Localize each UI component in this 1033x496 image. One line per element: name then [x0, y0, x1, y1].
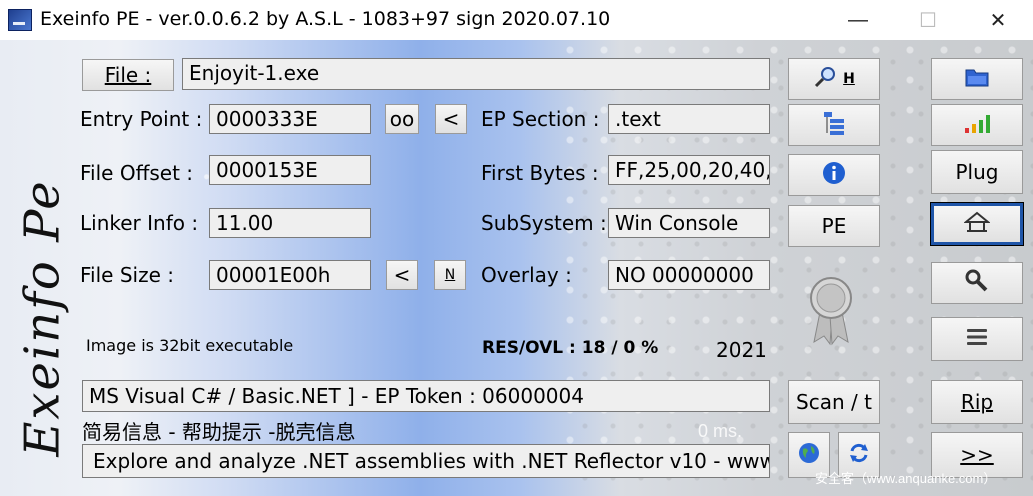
title-bar: Exeinfo PE - ver.0.0.6.2 by A.S.L - 1083…: [0, 0, 1033, 40]
signal-button[interactable]: [931, 104, 1023, 146]
plug-button[interactable]: Plug: [931, 150, 1023, 194]
folder-icon: [964, 66, 990, 93]
wrench-icon: [965, 269, 989, 298]
oo-button[interactable]: oo: [385, 104, 419, 134]
tools-button[interactable]: [931, 262, 1023, 304]
pe-button[interactable]: PE: [788, 205, 880, 247]
n-button[interactable]: N: [434, 260, 466, 290]
first-bytes-label: First Bytes :: [481, 161, 599, 185]
ep-section-label: EP Section :: [481, 107, 600, 131]
subsystem-field[interactable]: Win Console: [608, 208, 770, 238]
file-size-arrow-button[interactable]: <: [386, 260, 418, 290]
linker-info-label: Linker Info :: [80, 211, 199, 235]
res-ovl-text: RES/OVL : 18 / 0 %: [482, 338, 659, 358]
globe-icon: [797, 441, 821, 470]
section-view-button[interactable]: [788, 104, 880, 146]
minimize-button[interactable]: —: [823, 0, 893, 40]
watermark-text: 安全客（www.anquanke.com）: [815, 471, 997, 486]
window-title: Exeinfo PE - ver.0.0.6.2 by A.S.L - 1083…: [40, 8, 611, 30]
maximize-button[interactable]: ☐: [893, 0, 963, 40]
rip-button[interactable]: Rip: [931, 380, 1023, 424]
ep-section-field[interactable]: .text: [608, 104, 770, 134]
file-size-field[interactable]: 00001E00h: [209, 260, 371, 290]
rip-label: Rip: [960, 390, 994, 414]
signal-bars-icon: [963, 112, 991, 139]
hint-field[interactable]: Explore and analyze .NET assemblies with…: [82, 444, 770, 478]
scan-time-text: 0 ms.: [698, 421, 743, 441]
file-offset-label: File Offset :: [80, 161, 194, 185]
info-button[interactable]: [788, 154, 880, 196]
file-button[interactable]: File :: [82, 59, 174, 91]
exeinfo-logo: Exeinfo Pe: [14, 179, 71, 457]
tree-list-icon: [822, 110, 846, 141]
home-icon: [963, 211, 991, 238]
scan-button[interactable]: Scan / t: [788, 380, 880, 424]
entry-point-arrow-button[interactable]: <: [435, 104, 467, 134]
refresh-icon: [847, 441, 871, 470]
linker-info-field[interactable]: 11.00: [209, 208, 371, 238]
file-offset-field[interactable]: 0000153E: [209, 155, 371, 185]
search-hex-button[interactable]: H: [788, 58, 880, 100]
h-label: H: [843, 71, 855, 87]
ribbon-seal-icon: [808, 276, 854, 346]
overlay-label: Overlay :: [481, 263, 572, 287]
next-label: >>: [960, 443, 994, 467]
year-text: 2021: [716, 338, 767, 362]
hamburger-menu-icon: [965, 327, 989, 352]
home-button[interactable]: [930, 202, 1024, 246]
detection-result-field[interactable]: MS Visual C# / Basic.NET ] - EP Token : …: [82, 380, 770, 412]
entry-point-label: Entry Point :: [80, 107, 203, 131]
entry-point-field[interactable]: 0000333E: [209, 104, 371, 134]
close-button[interactable]: ✕: [963, 0, 1033, 40]
info-icon: [822, 161, 846, 190]
image-info-text: Image is 32bit executable: [86, 336, 294, 355]
help-info-line: 简易信息 - 帮助提示 -脱壳信息: [82, 420, 356, 444]
magnifier-icon: [813, 65, 839, 94]
open-file-button[interactable]: [931, 58, 1023, 100]
overlay-field[interactable]: NO 00000000: [608, 260, 770, 290]
subsystem-label: SubSystem :: [481, 211, 607, 235]
app-icon: [8, 9, 32, 31]
file-name-field[interactable]: Enjoyit-1.exe: [182, 58, 770, 90]
first-bytes-field[interactable]: FF,25,00,20,40,: [608, 155, 770, 185]
file-size-label: File Size :: [80, 263, 174, 287]
menu-button[interactable]: [931, 317, 1023, 361]
